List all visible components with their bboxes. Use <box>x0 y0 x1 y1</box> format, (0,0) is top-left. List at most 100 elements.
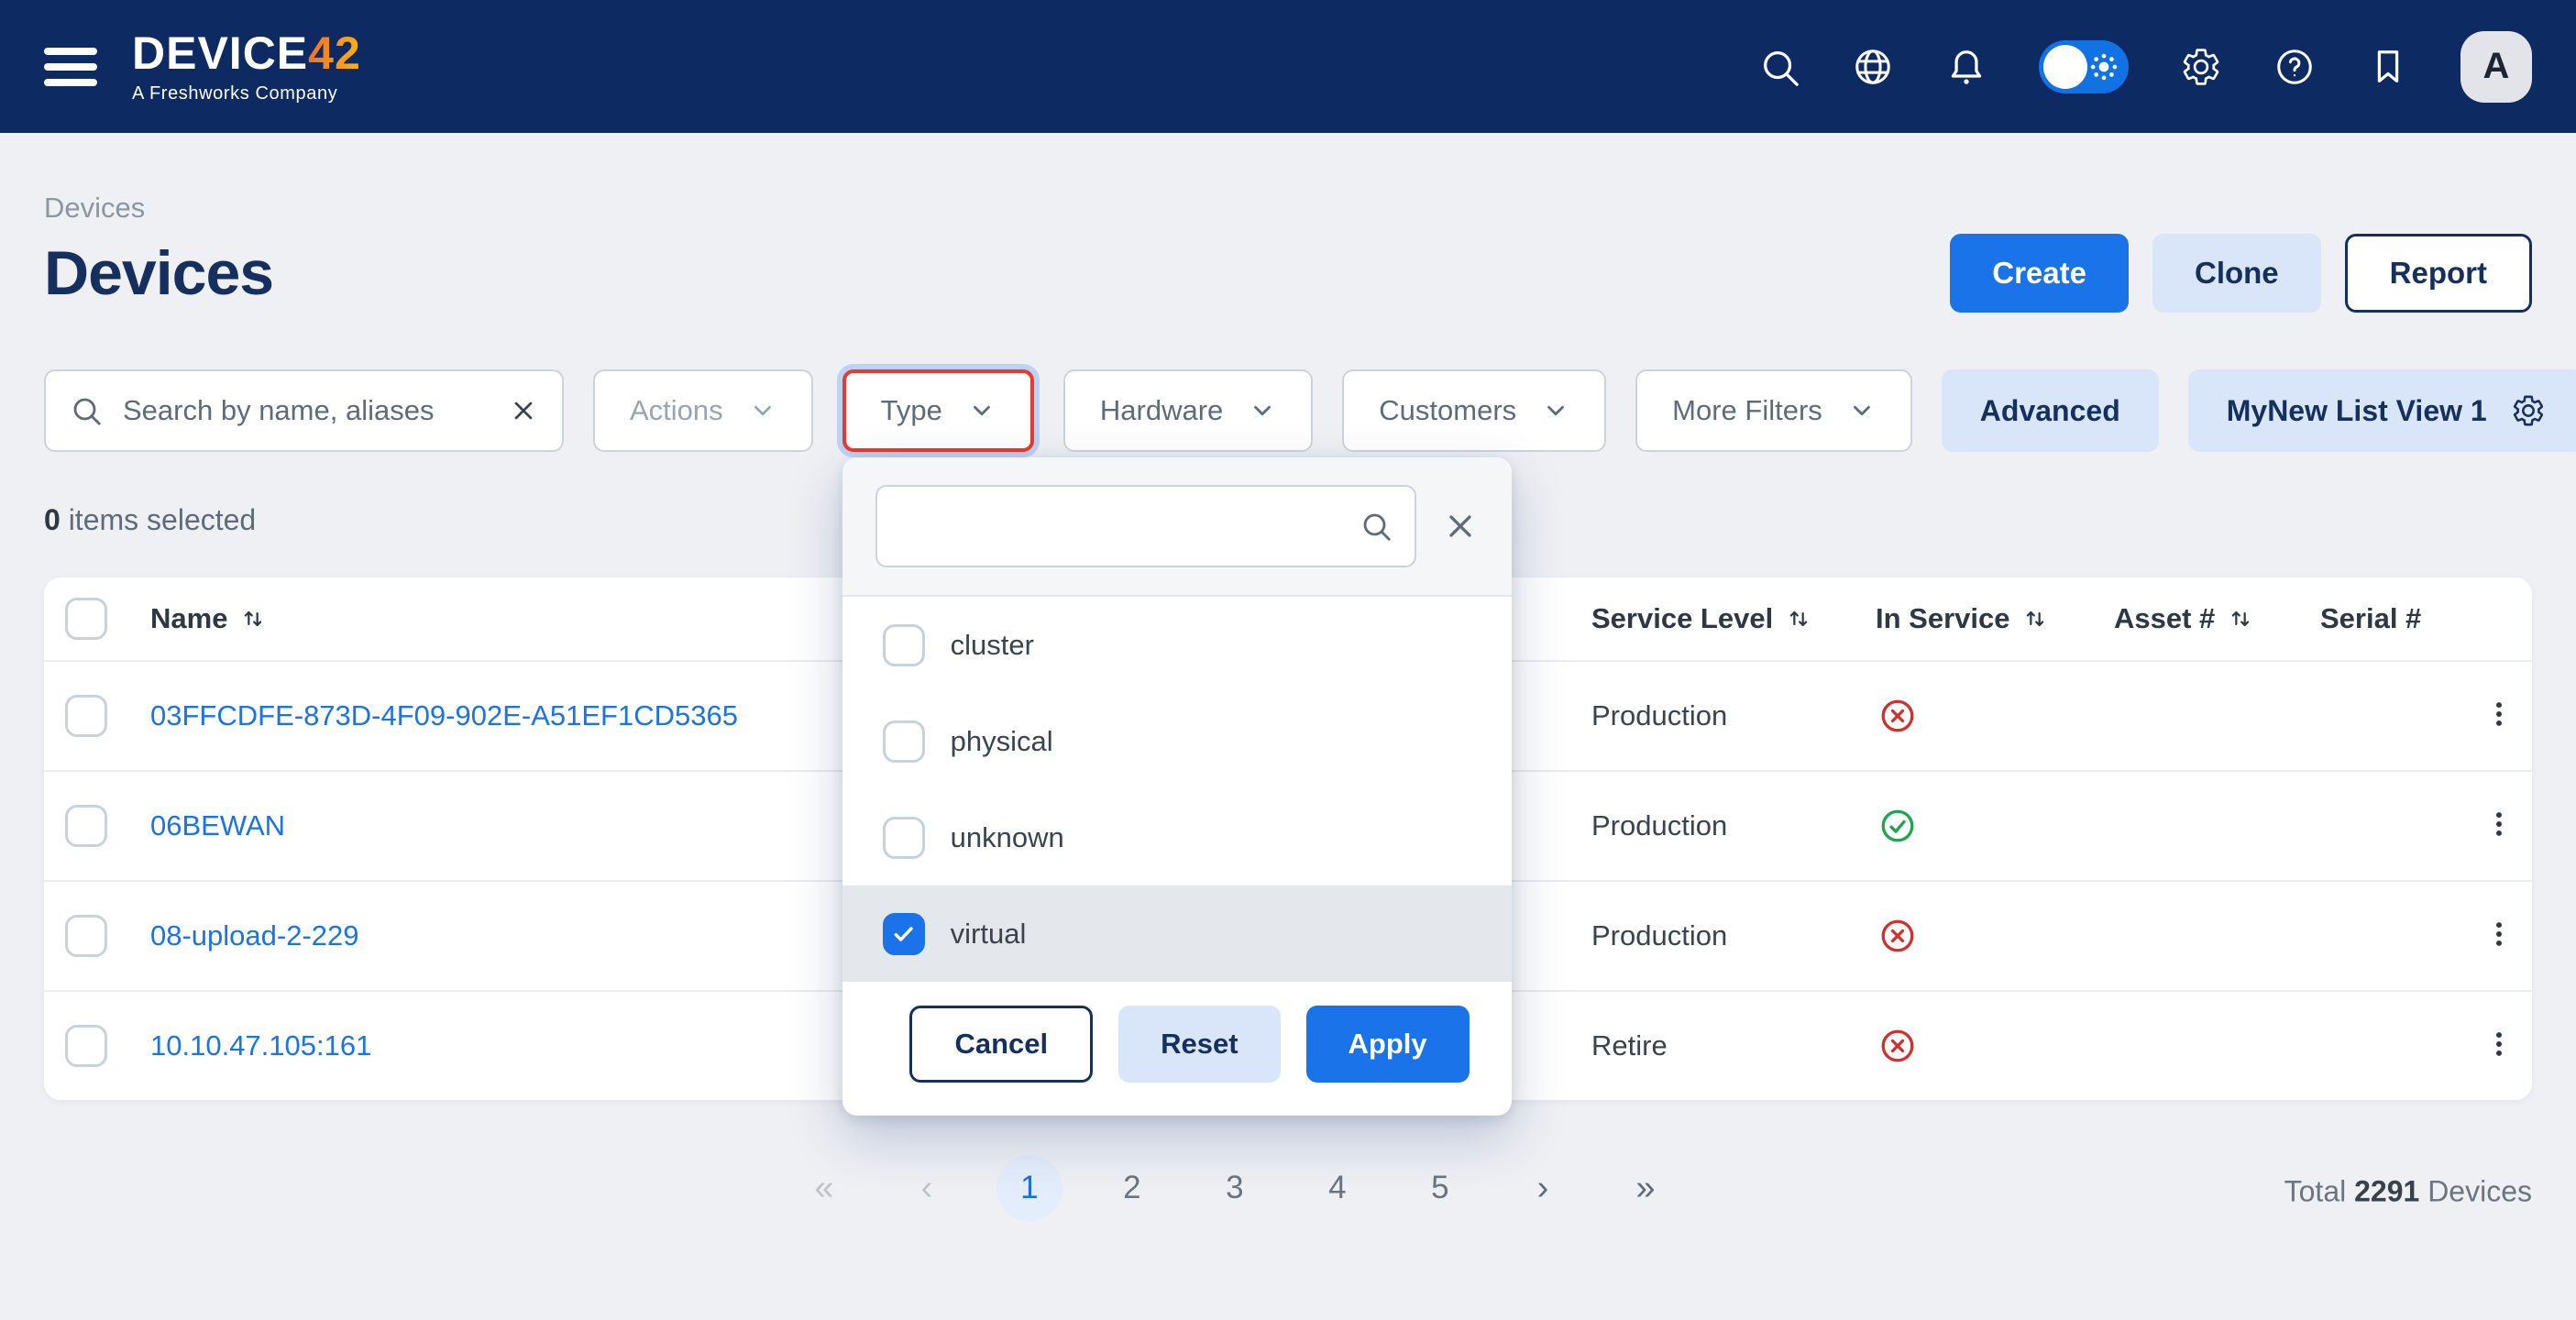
selection-count: 0 <box>44 503 61 536</box>
in-service-no-icon <box>1852 696 2090 736</box>
customers-dropdown[interactable]: Customers <box>1342 369 1606 452</box>
prev-page-button[interactable]: ‹ <box>894 1155 960 1221</box>
type-option-unknown[interactable]: unknown <box>842 789 1512 886</box>
checkbox[interactable] <box>883 624 925 666</box>
checkbox[interactable] <box>883 817 925 859</box>
service-level-value: Production <box>1568 919 1852 952</box>
hardware-dropdown[interactable]: Hardware <box>1063 369 1313 452</box>
title-row: Devices Create Clone Report <box>44 234 2532 313</box>
logo-subtitle: A Freshworks Company <box>132 84 361 103</box>
column-header-in-service[interactable]: In Service <box>1852 602 2090 635</box>
search-icon <box>1360 510 1393 543</box>
theme-toggle[interactable] <box>2039 40 2129 94</box>
close-icon[interactable] <box>1442 508 1479 544</box>
row-checkbox[interactable] <box>65 915 107 957</box>
search-icon[interactable] <box>1758 46 1800 88</box>
row-checkbox[interactable] <box>65 1025 107 1067</box>
total-devices: Total 2291 Devices <box>2284 1175 2532 1209</box>
select-all-checkbox[interactable] <box>65 598 107 640</box>
bookmark-icon[interactable] <box>2367 46 2409 88</box>
chevron-down-icon <box>1542 397 1569 424</box>
row-checkbox[interactable] <box>65 695 107 737</box>
selection-label: items selected <box>69 503 257 536</box>
last-page-button[interactable]: » <box>1613 1155 1679 1221</box>
row-menu-icon[interactable] <box>2476 691 2522 742</box>
main-content: Devices Devices Create Clone Report A <box>0 192 2576 1228</box>
service-level-value: Retire <box>1568 1029 1852 1062</box>
option-label: unknown <box>951 821 1064 854</box>
hardware-label: Hardware <box>1100 394 1223 427</box>
cancel-button[interactable]: Cancel <box>909 1006 1093 1083</box>
page-button-1[interactable]: 1 <box>996 1155 1062 1221</box>
option-label: virtual <box>951 918 1027 951</box>
apply-button[interactable]: Apply <box>1306 1006 1470 1083</box>
column-label: In Service <box>1876 602 2009 635</box>
type-label: Type <box>881 394 942 427</box>
checkbox[interactable] <box>883 720 925 763</box>
chevron-down-icon <box>749 397 776 424</box>
row-menu-icon[interactable] <box>2476 911 2522 962</box>
option-label: cluster <box>951 629 1034 662</box>
create-button[interactable]: Create <box>1950 234 2129 313</box>
sun-icon <box>2086 50 2121 84</box>
column-header-serial: Serial # <box>2296 602 2466 635</box>
page-button-3[interactable]: 3 <box>1202 1155 1268 1221</box>
column-header-asset[interactable]: Asset # <box>2090 602 2296 635</box>
type-option-cluster[interactable]: cluster <box>842 597 1512 693</box>
total-prefix: Total <box>2284 1175 2347 1208</box>
row-menu-icon[interactable] <box>2476 801 2522 852</box>
avatar-initial: A <box>2483 46 2510 87</box>
row-checkbox[interactable] <box>65 805 107 847</box>
column-label: Service Level <box>1591 602 1773 635</box>
type-option-physical[interactable]: physical <box>842 693 1512 789</box>
clone-button[interactable]: Clone <box>2152 234 2321 313</box>
first-page-button[interactable]: « <box>791 1155 857 1221</box>
list-view-button[interactable]: MyNew List View 1 <box>2188 369 2576 452</box>
type-filter-wrap: Type <box>842 369 1034 452</box>
globe-icon[interactable] <box>1852 46 1894 88</box>
search-input[interactable] <box>121 393 490 428</box>
type-option-virtual[interactable]: virtual <box>842 886 1512 982</box>
top-navbar: DEVICE42 A Freshworks Company <box>0 0 2576 133</box>
gear-icon[interactable] <box>2180 46 2222 88</box>
chevron-down-icon <box>1249 397 1276 424</box>
type-filter-search-input[interactable] <box>899 509 1345 544</box>
type-filter-search-box <box>875 485 1416 567</box>
avatar[interactable]: A <box>2460 31 2532 103</box>
toggle-knob <box>2043 45 2087 89</box>
more-filters-dropdown[interactable]: More Filters <box>1635 369 1912 452</box>
pagination: « ‹ 1 2 3 4 5 › » <box>791 1155 1679 1221</box>
actions-label: Actions <box>630 394 723 427</box>
chevron-down-icon <box>1848 397 1876 424</box>
sort-icon <box>1786 606 1811 632</box>
actions-dropdown[interactable]: Actions <box>593 369 813 452</box>
bell-icon[interactable] <box>1945 46 1987 88</box>
checkbox-checked[interactable] <box>883 913 925 955</box>
check-icon <box>889 919 919 949</box>
chevron-down-icon <box>968 397 996 424</box>
app-logo[interactable]: DEVICE42 A Freshworks Company <box>132 30 361 103</box>
sort-icon <box>2022 606 2048 632</box>
column-label: Name <box>150 602 227 635</box>
menu-icon[interactable] <box>44 48 97 86</box>
row-menu-icon[interactable] <box>2476 1021 2522 1072</box>
customers-label: Customers <box>1379 394 1516 427</box>
page-button-5[interactable]: 5 <box>1407 1155 1473 1221</box>
column-label: Asset # <box>2114 602 2215 635</box>
type-filter-search-section <box>842 457 1512 597</box>
column-label: Serial # <box>2320 602 2421 635</box>
advanced-button[interactable]: Advanced <box>1942 369 2159 452</box>
logo-accent: 42 <box>308 30 361 76</box>
help-icon[interactable] <box>2273 46 2316 88</box>
reset-button[interactable]: Reset <box>1118 1006 1280 1083</box>
gear-icon[interactable] <box>2511 393 2546 428</box>
column-header-service-level[interactable]: Service Level <box>1568 602 1852 635</box>
page-button-2[interactable]: 2 <box>1099 1155 1165 1221</box>
page-title: Devices <box>44 237 273 309</box>
clear-search-icon[interactable] <box>509 396 538 425</box>
option-label: physical <box>951 725 1053 758</box>
type-dropdown-button[interactable]: Type <box>842 369 1034 452</box>
report-button[interactable]: Report <box>2345 234 2532 313</box>
page-button-4[interactable]: 4 <box>1305 1155 1371 1221</box>
next-page-button[interactable]: › <box>1510 1155 1576 1221</box>
